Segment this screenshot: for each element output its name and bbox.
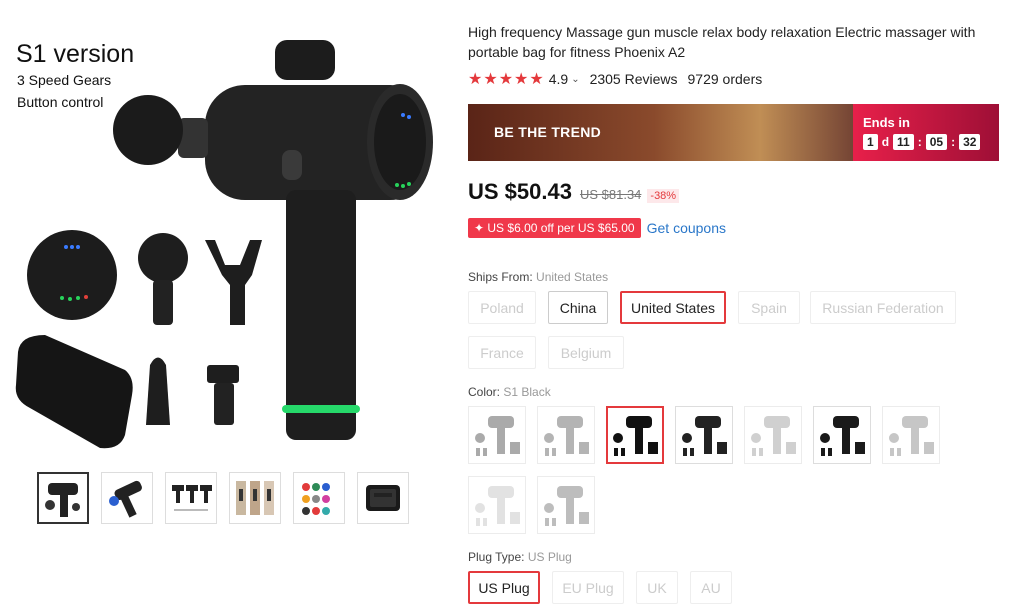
chevron-down-icon[interactable]: ⌄ [571,74,579,85]
ship-option-china[interactable]: China [548,291,608,324]
coupon-row: ✦ US $6.00 off per US $65.00 Get coupons [468,218,726,238]
plug-type-value: US Plug [527,550,572,564]
color-swatch[interactable] [537,406,595,464]
color-label: Color: S1 Black [468,385,551,399]
promo-banner[interactable]: BE THE TREND Ends in 1 d 11 : 05 : 32 [468,104,999,161]
ships-from-title: Ships From: [468,270,533,284]
ship-option-united-states[interactable]: United States [620,291,726,324]
current-price: US $50.43 [468,179,572,204]
star-icon: ★ [498,71,514,88]
ship-option-spain[interactable]: Spain [738,291,800,324]
color-value: S1 Black [503,385,551,399]
reviews-link[interactable]: 2305 Reviews [590,71,678,87]
thumbnail-5[interactable] [293,472,345,524]
countdown-seconds: 32 [959,134,981,150]
star-icon: ★ [483,71,498,88]
countdown-separator: : [951,135,956,149]
coupon-tag[interactable]: ✦ US $6.00 off per US $65.00 [468,218,641,238]
color-swatch[interactable] [537,476,595,534]
countdown-minutes: 05 [925,134,948,150]
countdown-hours: 11 [893,134,914,150]
plug-option-us[interactable]: US Plug [468,571,540,604]
plug-type-label: Plug Type: US Plug [468,550,572,564]
thumbnail-6[interactable] [357,472,409,524]
rating-row: ★ ★ ★ ★ ★ 4.9 ⌄ 2305 Reviews 9729 orders [468,69,762,89]
plug-option-au[interactable]: AU [690,571,732,604]
color-title: Color: [468,385,501,399]
get-coupons-link[interactable]: Get coupons [647,220,726,236]
price-row: US $50.43 US $81.34 -38% [468,179,680,205]
rating-score[interactable]: 4.9 [549,71,568,87]
countdown-timer: 1 d 11 : 05 : 32 [863,134,981,150]
countdown-days: 1 [863,134,878,150]
countdown-panel: Ends in 1 d 11 : 05 : 32 [853,104,999,161]
original-price: US $81.34 [579,187,642,202]
orders-count: 9729 orders [687,71,763,87]
color-swatch[interactable] [813,406,871,464]
color-swatch[interactable] [468,476,526,534]
banner-text: BE THE TREND [494,124,602,140]
discount-badge: -38% [647,189,680,203]
ships-from-label: Ships From: United States [468,270,608,284]
color-swatch[interactable] [468,406,526,464]
ship-option-belgium[interactable]: Belgium [548,336,624,369]
color-swatch[interactable] [882,406,940,464]
massage-gun-illustration [15,40,433,449]
countdown-label: Ends in [863,115,910,130]
plug-type-title: Plug Type: [468,550,525,564]
star-icon: ★ [514,71,529,88]
ship-option-russian-federation[interactable]: Russian Federation [810,291,956,324]
ships-from-value: United States [536,270,609,284]
plug-option-uk[interactable]: UK [636,571,678,604]
countdown-separator: : [917,135,922,149]
color-swatch[interactable] [675,406,733,464]
product-title: High frequency Massage gun muscle relax … [468,24,976,60]
thumbnail-strip [37,472,409,524]
thumbnail-1[interactable] [37,472,89,524]
day-unit: d [881,135,890,149]
thumbnail-2[interactable] [101,472,153,524]
color-swatch[interactable] [606,406,664,464]
ship-option-france[interactable]: France [468,336,536,369]
plug-option-eu[interactable]: EU Plug [552,571,624,604]
star-icon: ★ [529,71,544,88]
color-swatch[interactable] [744,406,802,464]
ship-option-poland[interactable]: Poland [468,291,536,324]
thumbnail-4[interactable] [229,472,281,524]
thumbnail-3[interactable] [165,472,217,524]
star-icon: ★ [468,71,483,88]
main-product-image[interactable]: S1 version 3 Speed Gears Button control [0,0,450,460]
